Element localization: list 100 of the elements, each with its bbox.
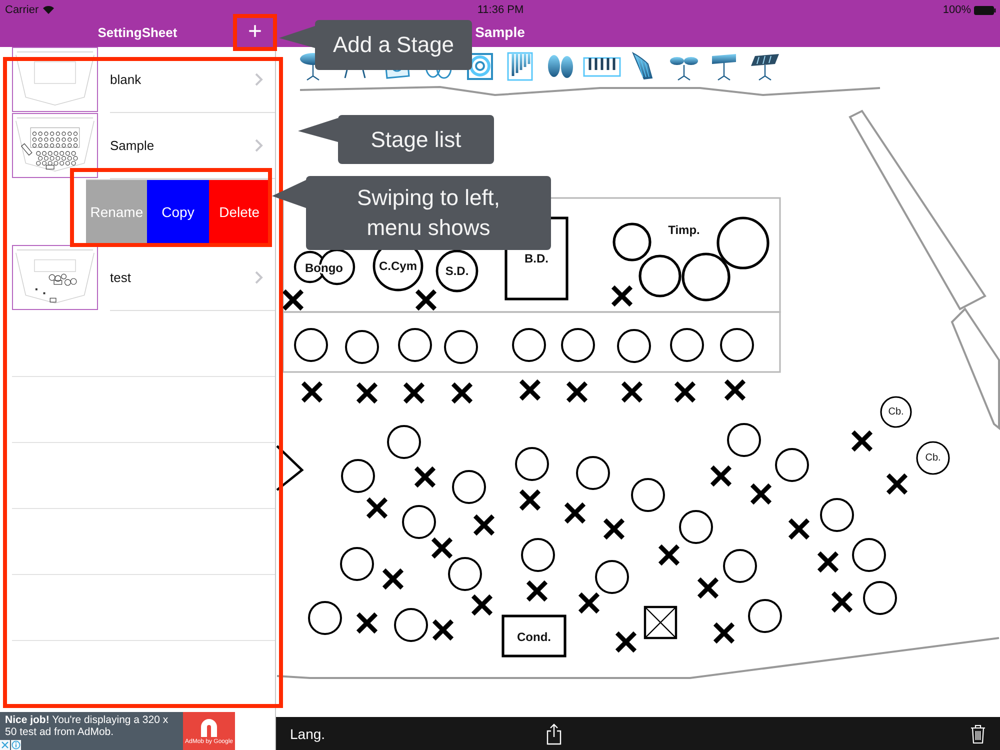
cross-mark	[382, 568, 404, 590]
seat-circle	[720, 328, 754, 362]
crossed-square-mark	[644, 606, 678, 640]
cross-mark	[696, 576, 720, 600]
conga-drums-icon[interactable]	[548, 55, 573, 78]
cross-mark	[614, 630, 638, 654]
timbales-icon[interactable]	[670, 57, 698, 81]
instrument-label: Cb.	[888, 406, 904, 418]
seat-circle	[398, 328, 432, 362]
instrument-label: C.Cym	[379, 259, 417, 273]
cross-mark	[470, 594, 494, 616]
highlight-frame	[233, 14, 277, 51]
cross-mark	[710, 464, 732, 488]
music-stand-icon[interactable]	[712, 54, 736, 81]
seat-circle	[402, 505, 436, 539]
add-button[interactable]: +	[248, 21, 262, 43]
arch-logo-icon	[199, 717, 219, 737]
seat-circle	[679, 510, 713, 544]
share-icon[interactable]	[546, 722, 562, 744]
keyboard-stand-icon[interactable]	[751, 54, 779, 81]
cross-mark	[472, 514, 496, 536]
seat-circle	[512, 328, 546, 362]
wifi-icon	[42, 6, 54, 14]
seat-circle	[521, 538, 555, 572]
cross-mark	[432, 618, 454, 642]
seat-circle	[294, 328, 328, 362]
swipe-action-button[interactable]: Copy	[147, 180, 209, 244]
seat-circle	[617, 329, 651, 363]
battery-percent: 100%	[942, 4, 971, 16]
seat-circle	[852, 538, 886, 572]
sidebar-title: SettingSheet	[96, 24, 178, 40]
cross-mark	[816, 550, 840, 574]
cross-mark	[402, 382, 426, 404]
instrument-label: Timp.	[668, 223, 700, 237]
seat-circle	[727, 423, 761, 457]
cross-mark	[712, 622, 736, 644]
callout-tooltip: Stage list	[298, 115, 494, 164]
instrument-label: B.D.	[524, 252, 548, 266]
instrument-circle	[880, 396, 912, 428]
chevron-icon	[255, 73, 263, 86]
seat-circle	[723, 549, 757, 583]
seat-circle	[863, 581, 897, 615]
cross-mark	[282, 288, 304, 312]
harp-icon[interactable]	[632, 52, 652, 80]
cross-mark	[830, 590, 854, 614]
stage-name[interactable]: Sample	[110, 138, 154, 153]
seat-circle	[448, 557, 482, 591]
seat-circle	[387, 425, 421, 459]
cross-mark	[356, 382, 378, 404]
cross-mark	[566, 380, 588, 404]
instrument-circle	[916, 441, 950, 475]
drum-circle	[716, 216, 770, 270]
gong-icon[interactable]	[467, 53, 493, 80]
seat-circle	[576, 456, 610, 490]
seat-circle	[631, 478, 665, 512]
stage-title: Sample	[475, 24, 525, 42]
cross-mark	[750, 482, 772, 506]
ad-text: Nice job! You're displaying a 320 x 50 test ad from AdMob.	[4, 713, 170, 738]
battery-icon	[974, 6, 996, 14]
cross-mark	[578, 592, 600, 614]
close-icon[interactable]	[0, 740, 10, 750]
conductor-box	[502, 614, 566, 658]
cross-mark	[430, 536, 454, 560]
cross-mark	[886, 472, 908, 496]
seat-circle	[345, 330, 379, 364]
cross-mark	[564, 502, 586, 524]
chevron-icon	[255, 139, 263, 152]
info-icon[interactable]	[11, 740, 21, 750]
language-button[interactable]: Lang.	[290, 726, 326, 742]
seat-circle	[341, 459, 375, 493]
cross-mark	[674, 380, 696, 404]
swipe-action-button[interactable]: Delete	[208, 180, 270, 244]
clock-time: 11:36 PM	[477, 4, 524, 16]
seat-circle	[515, 447, 549, 481]
keyboard-icon[interactable]	[583, 56, 621, 77]
cross-mark	[724, 378, 746, 402]
trash-icon[interactable]	[970, 724, 986, 744]
cross-mark	[850, 430, 874, 452]
cross-mark	[414, 466, 436, 488]
seat-circle	[595, 560, 629, 594]
seat-circle	[394, 608, 428, 642]
cross-mark	[518, 378, 542, 402]
stage-name[interactable]: blank	[110, 72, 142, 87]
seat-circle	[670, 328, 704, 362]
drum-circle	[638, 254, 682, 298]
stage-name[interactable]: test	[110, 270, 131, 285]
cross-mark	[356, 612, 378, 634]
cross-mark	[414, 288, 438, 312]
partial-triangle-mark	[276, 445, 304, 491]
instrument-label: Cb.	[925, 452, 941, 464]
carrier-label: Carrier	[5, 4, 39, 16]
cross-mark	[300, 380, 324, 404]
chimes-icon[interactable]	[507, 52, 533, 81]
cross-mark	[610, 284, 634, 308]
cross-mark	[366, 496, 388, 520]
instrument-circle	[436, 250, 478, 292]
seat-circle	[820, 498, 854, 532]
seat-circle	[444, 330, 478, 364]
cross-mark	[620, 380, 644, 404]
instrument-label: Cond.	[517, 630, 551, 644]
